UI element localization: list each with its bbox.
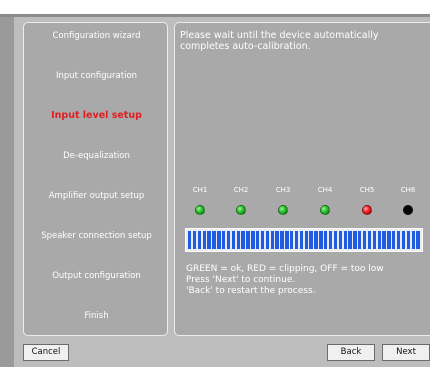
step-amplifier-output-setup: Amplifier output setup: [48, 191, 145, 201]
progress-segment: [280, 231, 284, 249]
progress-segment: [188, 231, 192, 249]
progress-segment: [294, 231, 299, 249]
progress-segment: [202, 231, 206, 249]
legend-text: GREEN = ok, RED = clipping, OFF = too lo…: [186, 264, 426, 297]
progress-segment: [290, 231, 294, 249]
progress-segment: [416, 231, 420, 249]
progress-segment: [270, 231, 274, 249]
led-ch1-indicator-icon: [195, 205, 205, 215]
progress-segment: [328, 231, 333, 249]
top-bar: [0, 0, 430, 14]
progress-segment: [324, 231, 328, 249]
channel-label-ch3: CH3: [275, 186, 291, 194]
progress-segment: [367, 231, 372, 249]
progress-segment: [309, 231, 313, 249]
step-finish: Finish: [84, 311, 109, 321]
progress-segment: [406, 231, 411, 249]
progress-segment: [212, 231, 216, 249]
progress-segment: [382, 231, 386, 249]
channel-label-ch1: CH1: [192, 186, 208, 194]
progress-segment: [231, 231, 236, 249]
led-ch5-indicator-icon: [362, 205, 372, 215]
progress-segment: [362, 231, 367, 249]
channel-label-ch4: CH4: [317, 186, 333, 194]
step-configuration-wizard: Configuration wizard: [52, 31, 141, 41]
progress-segment: [343, 231, 347, 249]
progress-segment: [401, 231, 406, 249]
progress-segment: [333, 231, 338, 249]
progress-segment: [338, 231, 342, 249]
progress-segment: [256, 231, 260, 249]
progress-segment: [275, 231, 279, 249]
legend-line-2: Press 'Next' to continue.: [186, 275, 296, 285]
progress-segment: [314, 231, 318, 249]
legend-line-3: 'Back' to restart the process.: [186, 286, 316, 296]
progress-segment: [222, 231, 226, 249]
progress-segment: [285, 231, 289, 249]
led-ch2-indicator-icon: [236, 205, 246, 215]
calibration-progress-bar: [185, 228, 423, 252]
cancel-button[interactable]: Cancel: [23, 344, 69, 361]
led-ch4-indicator-icon: [320, 205, 330, 215]
progress-segment: [353, 231, 357, 249]
progress-segment: [411, 231, 415, 249]
progress-segment: [260, 231, 265, 249]
back-button[interactable]: Back: [327, 344, 375, 361]
step-speaker-connection-setup: Speaker connection setup: [41, 231, 152, 241]
step-output-configuration: Output configuration: [52, 271, 141, 281]
progress-segment: [396, 231, 401, 249]
step-de-equalization: De-equalization: [63, 151, 130, 161]
progress-segment: [319, 231, 323, 249]
progress-segment: [192, 231, 197, 249]
step-input-configuration: Input configuration: [55, 71, 138, 81]
progress-segment: [265, 231, 270, 249]
progress-segment: [358, 231, 362, 249]
progress-segment: [372, 231, 377, 249]
progress-segment: [246, 231, 250, 249]
progress-segment: [387, 231, 391, 249]
next-button[interactable]: Next: [382, 344, 430, 361]
progress-segment: [197, 231, 202, 249]
progress-segment: [236, 231, 240, 249]
channel-label-ch5: CH5: [359, 186, 375, 194]
step-input-level-setup: Input level setup: [51, 110, 142, 121]
wizard-steps-panel: Configuration wizard Input configuration…: [23, 22, 168, 336]
channel-label-ch6: CH6: [400, 186, 416, 194]
led-ch6-indicator-icon: [403, 205, 413, 215]
channel-label-ch2: CH2: [233, 186, 249, 194]
progress-segment: [207, 231, 211, 249]
led-ch3-indicator-icon: [278, 205, 288, 215]
status-message: Please wait until the device automatical…: [180, 30, 379, 52]
progress-segment: [226, 231, 231, 249]
legend-line-1: GREEN = ok, RED = clipping, OFF = too lo…: [186, 264, 384, 274]
progress-segment: [392, 231, 396, 249]
progress-segment: [299, 231, 304, 249]
progress-segment: [241, 231, 245, 249]
progress-segment: [217, 231, 221, 249]
progress-segment: [251, 231, 255, 249]
progress-segment: [377, 231, 381, 249]
progress-segment: [348, 231, 352, 249]
progress-segment: [304, 231, 308, 249]
